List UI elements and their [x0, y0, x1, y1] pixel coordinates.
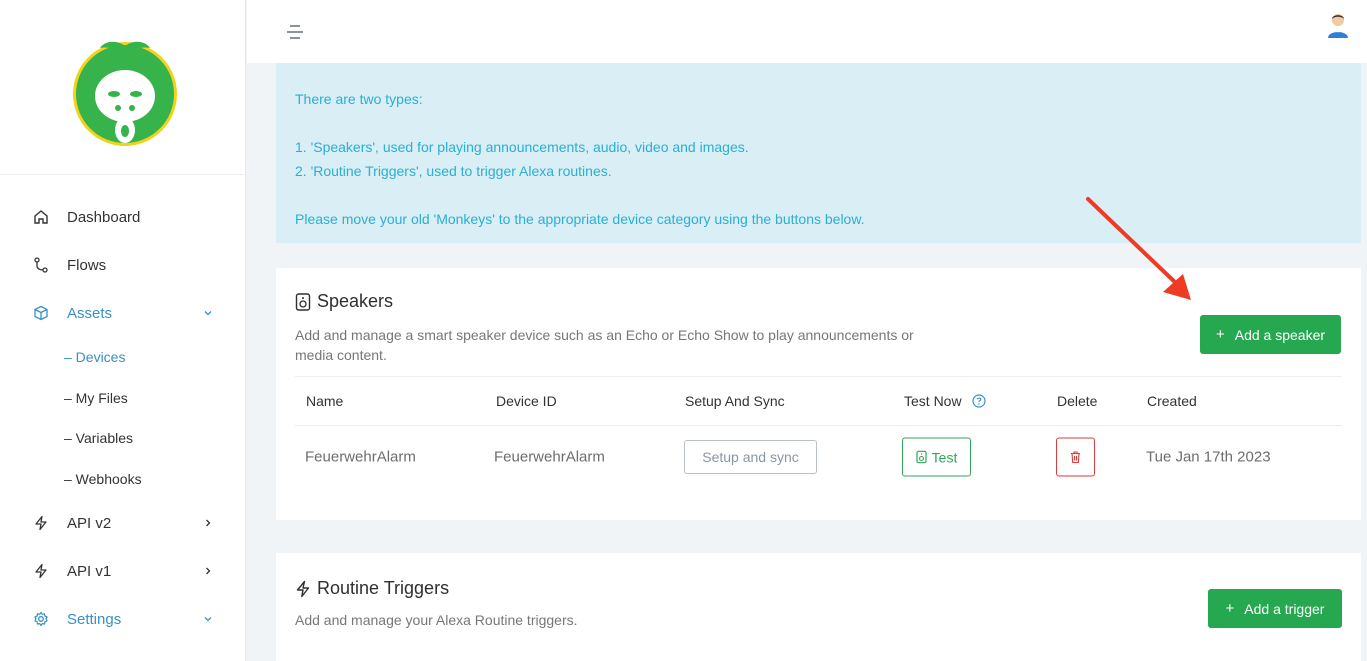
- logo-area: [0, 0, 245, 175]
- gear-icon: [34, 611, 48, 627]
- sidebar-subitem-variables[interactable]: – Variables: [0, 418, 245, 459]
- add-speaker-label: Add a speaker: [1234, 326, 1326, 343]
- column-header-delete: Delete: [1057, 393, 1098, 409]
- sidebar-item-label: Assets: [67, 304, 113, 322]
- chevron-right-icon[interactable]: [202, 565, 214, 577]
- sidebar-item-label: Flows: [67, 256, 107, 274]
- speakers-title-text: Speakers: [317, 291, 394, 311]
- sidebar-item-api-v1[interactable]: API v1: [0, 547, 245, 595]
- triggers-title-text: Routine Triggers: [317, 578, 450, 598]
- add-speaker-button[interactable]: + Add a speaker: [1200, 315, 1341, 354]
- speakers-card: Speakers Add and manage a smart speaker …: [276, 268, 1361, 520]
- column-header-created: Created: [1147, 393, 1197, 409]
- column-header-test-label: Test Now: [904, 393, 962, 409]
- monkey-logo-icon[interactable]: [70, 38, 180, 148]
- sidebar-item-label: API v1: [67, 562, 112, 580]
- column-header-test: Test Now: [904, 393, 986, 409]
- routine-triggers-card: Routine Triggers Add and manage your Ale…: [276, 553, 1361, 661]
- setup-and-sync-button[interactable]: Setup and sync: [684, 440, 817, 474]
- test-button-label: Test: [931, 449, 958, 465]
- flows-icon: [34, 257, 48, 273]
- sidebar: Dashboard Flows Assets – Devices – My Fi…: [0, 0, 246, 661]
- sidebar-item-api-v2[interactable]: API v2: [0, 499, 245, 547]
- trash-icon: [1071, 451, 1080, 464]
- plus-icon: +: [1225, 600, 1235, 617]
- sidebar-item-label: API v2: [67, 514, 112, 532]
- sidebar-item-label: Settings: [67, 610, 122, 628]
- user-avatar-icon[interactable]: [1324, 11, 1352, 39]
- home-icon: [34, 210, 48, 224]
- sidebar-subitem-my-files[interactable]: – My Files: [0, 378, 245, 419]
- sidebar-item-label: Dashboard: [67, 208, 141, 226]
- chevron-down-icon[interactable]: [202, 613, 214, 625]
- column-header-setup: Setup And Sync: [685, 393, 785, 409]
- speakers-table: Name Device ID Setup And Sync Test Now D…: [295, 376, 1342, 488]
- column-header-device-id: Device ID: [496, 393, 557, 409]
- table-row: FeuerwehrAlarm FeuerwehrAlarm Setup and …: [295, 426, 1342, 488]
- test-button[interactable]: Test: [902, 437, 971, 477]
- table-header: Name Device ID Setup And Sync Test Now D…: [295, 376, 1342, 426]
- device-id: FeuerwehrAlarm: [494, 448, 605, 466]
- chevron-down-icon[interactable]: [202, 307, 214, 319]
- triggers-title: Routine Triggers: [295, 578, 449, 599]
- delete-button[interactable]: [1056, 437, 1095, 477]
- speakers-description: Add and manage a smart speaker device su…: [295, 325, 914, 365]
- info-text: 1. 'Speakers', used for playing announce…: [295, 139, 749, 155]
- plus-icon: +: [1215, 326, 1225, 343]
- info-text: 2. 'Routine Triggers', used to trigger A…: [295, 163, 612, 179]
- sidebar-item-assets[interactable]: Assets: [0, 289, 245, 337]
- sidebar-nav: Dashboard Flows Assets – Devices – My Fi…: [0, 175, 245, 643]
- created-date: Tue Jan 17th 2023: [1146, 448, 1271, 466]
- info-text: There are two types:: [295, 91, 423, 107]
- speakers-title: Speakers: [295, 291, 393, 312]
- column-header-name: Name: [306, 393, 344, 409]
- sidebar-subitem-webhooks[interactable]: – Webhooks: [0, 459, 245, 500]
- sidebar-item-flows[interactable]: Flows: [0, 241, 245, 289]
- speakers-description-line: Add and manage a smart speaker device su…: [295, 327, 914, 343]
- speakers-description-line: media content.: [295, 347, 387, 363]
- speaker-icon: [916, 450, 927, 464]
- add-trigger-button[interactable]: + Add a trigger: [1208, 589, 1342, 628]
- bolt-icon: [296, 580, 310, 597]
- device-name: FeuerwehrAlarm: [305, 448, 416, 466]
- info-banner: There are two types: 1. 'Speakers', used…: [276, 63, 1361, 243]
- sidebar-subitem-devices[interactable]: – Devices: [0, 337, 245, 378]
- sidebar-item-settings[interactable]: Settings: [0, 595, 245, 643]
- add-trigger-label: Add a trigger: [1244, 600, 1325, 617]
- bolt-icon: [35, 563, 47, 579]
- speaker-icon: [295, 292, 311, 311]
- help-icon[interactable]: [971, 394, 986, 408]
- sidebar-item-dashboard[interactable]: Dashboard: [0, 193, 245, 241]
- chevron-right-icon[interactable]: [202, 517, 214, 529]
- cube-icon: [34, 305, 48, 321]
- triggers-description: Add and manage your Alexa Routine trigge…: [295, 612, 578, 628]
- menu-toggle-icon[interactable]: [287, 25, 303, 39]
- top-bar: [247, 0, 1367, 63]
- info-text: Please move your old 'Monkeys' to the ap…: [295, 211, 865, 227]
- bolt-icon: [35, 515, 47, 531]
